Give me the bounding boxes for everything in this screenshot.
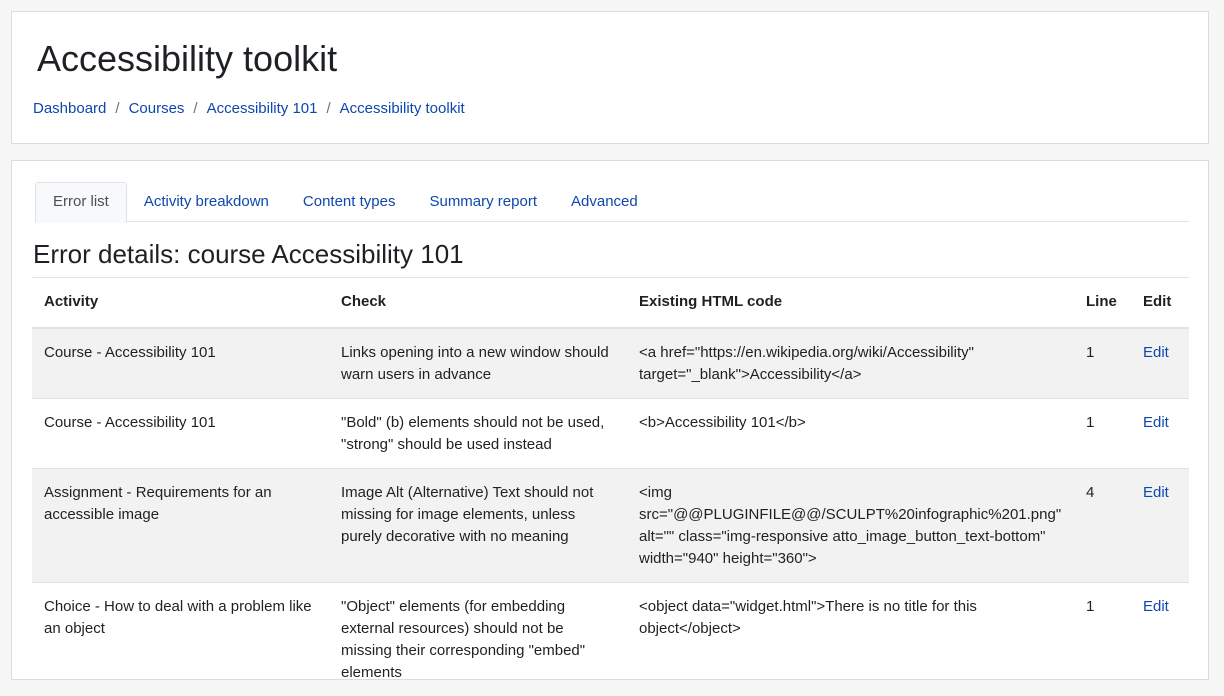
- column-header-check: Check: [329, 278, 627, 329]
- edit-cell: Edit: [1131, 469, 1189, 583]
- activity-cell: Choice - How to deal with a problem like…: [32, 583, 329, 696]
- html-code-cell: <img src="@@PLUGINFILE@@/SCULPT%20infogr…: [627, 469, 1074, 583]
- table-row: Course - Accessibility 101 "Bold" (b) el…: [32, 399, 1189, 469]
- column-header-html: Existing HTML code: [627, 278, 1074, 329]
- error-table: Activity Check Existing HTML code Line E…: [32, 277, 1189, 696]
- line-cell: 4: [1074, 469, 1131, 583]
- tab-error-list[interactable]: Error list: [35, 182, 127, 223]
- breadcrumb-separator: /: [326, 99, 330, 119]
- breadcrumb: Dashboard / Courses / Accessibility 101 …: [33, 99, 465, 119]
- report-tabs: Error list Activity breakdown Content ty…: [35, 182, 1189, 222]
- activity-cell: Course - Accessibility 101: [32, 328, 329, 399]
- edit-cell: Edit: [1131, 328, 1189, 399]
- edit-cell: Edit: [1131, 399, 1189, 469]
- edit-cell: Edit: [1131, 583, 1189, 696]
- check-cell: "Object" elements (for embedding externa…: [329, 583, 627, 696]
- tab-advanced[interactable]: Advanced: [554, 182, 655, 222]
- breadcrumb-separator: /: [115, 99, 119, 119]
- edit-link[interactable]: Edit: [1143, 484, 1169, 501]
- line-cell: 1: [1074, 328, 1131, 399]
- breadcrumb-course[interactable]: Accessibility 101: [207, 99, 318, 119]
- section-title: Error details: course Accessibility 101: [33, 238, 464, 270]
- table-header-row: Activity Check Existing HTML code Line E…: [32, 278, 1189, 329]
- tab-summary-report[interactable]: Summary report: [412, 182, 554, 222]
- check-cell: "Bold" (b) elements should not be used, …: [329, 399, 627, 469]
- line-cell: 1: [1074, 399, 1131, 469]
- breadcrumb-separator: /: [193, 99, 197, 119]
- main-content: Error list Activity breakdown Content ty…: [11, 160, 1209, 680]
- activity-cell: Assignment - Requirements for an accessi…: [32, 469, 329, 583]
- line-cell: 1: [1074, 583, 1131, 696]
- table-row: Course - Accessibility 101 Links opening…: [32, 328, 1189, 399]
- check-cell: Links opening into a new window should w…: [329, 328, 627, 399]
- column-header-activity: Activity: [32, 278, 329, 329]
- activity-cell: Course - Accessibility 101: [32, 399, 329, 469]
- edit-link[interactable]: Edit: [1143, 344, 1169, 361]
- page-header: Accessibility toolkit Dashboard / Course…: [11, 11, 1209, 144]
- check-cell: Image Alt (Alternative) Text should not …: [329, 469, 627, 583]
- html-code-cell: <b>Accessibility 101</b>: [627, 399, 1074, 469]
- edit-link[interactable]: Edit: [1143, 414, 1169, 431]
- edit-link[interactable]: Edit: [1143, 598, 1169, 615]
- breadcrumb-dashboard[interactable]: Dashboard: [33, 99, 106, 119]
- tab-activity-breakdown[interactable]: Activity breakdown: [127, 182, 286, 222]
- tab-content-types[interactable]: Content types: [286, 182, 413, 222]
- column-header-line: Line: [1074, 278, 1131, 329]
- table-row: Assignment - Requirements for an accessi…: [32, 469, 1189, 583]
- table-row: Choice - How to deal with a problem like…: [32, 583, 1189, 696]
- breadcrumb-courses[interactable]: Courses: [129, 99, 185, 119]
- breadcrumb-toolkit[interactable]: Accessibility toolkit: [340, 99, 465, 119]
- page-title: Accessibility toolkit: [37, 37, 337, 81]
- column-header-edit: Edit: [1131, 278, 1189, 329]
- html-code-cell: <object data="widget.html">There is no t…: [627, 583, 1074, 696]
- html-code-cell: <a href="https://en.wikipedia.org/wiki/A…: [627, 328, 1074, 399]
